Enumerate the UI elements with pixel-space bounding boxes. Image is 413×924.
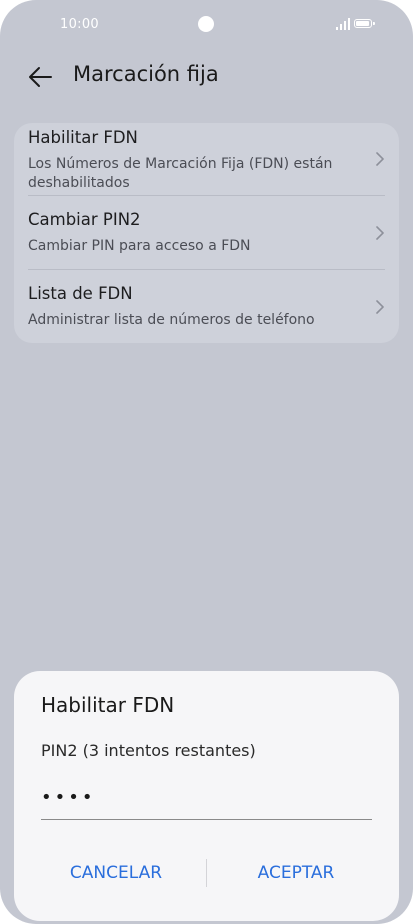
pin2-input-value: •••• <box>41 787 96 808</box>
app-bar: Marcación fija <box>0 55 413 99</box>
setting-enable-fdn[interactable]: Habilitar FDN Los Números de Marcación F… <box>14 123 399 195</box>
phone-screen: 10:00 Marcación fija Habilitar FDN Los N… <box>0 0 413 924</box>
status-bar: 10:00 <box>0 0 413 50</box>
button-divider <box>206 859 207 887</box>
back-arrow-icon[interactable] <box>26 63 54 91</box>
setting-subtitle: Cambiar PIN para acceso a FDN <box>28 238 251 254</box>
front-camera <box>198 16 214 32</box>
pin2-field-label: PIN2 (3 intentos restantes) <box>41 741 256 760</box>
setting-subtitle: Los Números de Marcación Fija (FDN) está… <box>28 156 333 191</box>
page-title: Marcación fija <box>73 62 219 86</box>
setting-change-pin2[interactable]: Cambiar PIN2 Cambiar PIN para acceso a F… <box>14 196 399 269</box>
setting-title: Habilitar FDN <box>28 128 138 147</box>
accept-button[interactable]: ACEPTAR <box>216 855 376 891</box>
settings-card: Habilitar FDN Los Números de Marcación F… <box>14 123 399 343</box>
pin2-input[interactable]: •••• <box>41 781 372 820</box>
pin2-dialog: Habilitar FDN PIN2 (3 intentos restantes… <box>14 671 399 921</box>
chevron-right-icon <box>376 226 384 240</box>
setting-title: Lista de FDN <box>28 284 133 303</box>
setting-title: Cambiar PIN2 <box>28 210 141 229</box>
setting-fdn-list[interactable]: Lista de FDN Administrar lista de número… <box>14 270 399 343</box>
signal-icon <box>336 18 350 30</box>
chevron-right-icon <box>376 300 384 314</box>
cancel-button[interactable]: CANCELAR <box>36 855 196 891</box>
dialog-title: Habilitar FDN <box>41 693 175 717</box>
setting-subtitle: Administrar lista de números de teléfono <box>28 312 315 328</box>
status-time: 10:00 <box>60 17 99 32</box>
battery-icon <box>354 19 375 28</box>
chevron-right-icon <box>376 152 384 166</box>
